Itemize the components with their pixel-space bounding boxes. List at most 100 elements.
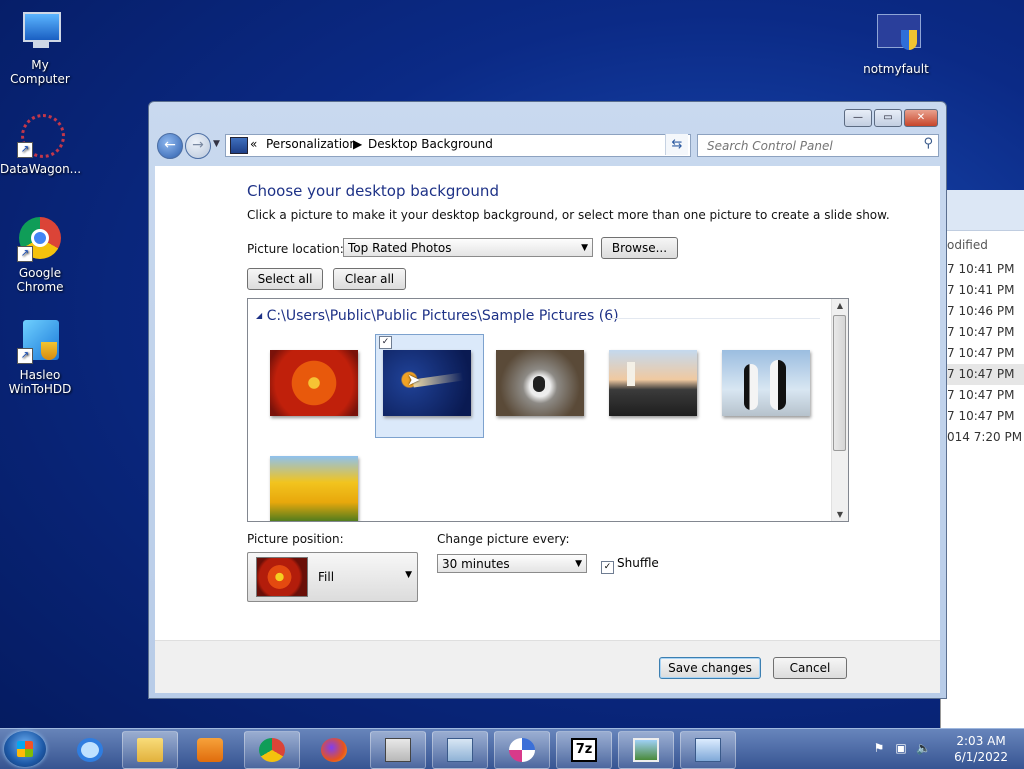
control-panel-icon — [695, 738, 721, 762]
chrome-icon: ↗ — [17, 216, 63, 262]
7zip-icon: 7z — [571, 738, 597, 762]
taskbar-7zip[interactable]: 7z — [556, 731, 612, 769]
list-item: 7 10:46 PM — [947, 304, 1015, 318]
picture-location-value: Top Rated Photos — [348, 241, 452, 255]
computer-icon — [17, 8, 63, 54]
list-item: 7 10:41 PM — [947, 283, 1015, 297]
picture-location-select[interactable]: Top Rated Photos ▼ — [343, 238, 593, 257]
change-picture-interval-value: 30 minutes — [442, 557, 510, 571]
shortcut-arrow-icon: ↗ — [17, 142, 33, 158]
app-v-icon — [385, 738, 411, 762]
thumbnail-lighthouse[interactable] — [609, 350, 697, 416]
chevron-down-icon: ▼ — [575, 559, 582, 569]
browse-button[interactable]: Browse... — [601, 237, 678, 259]
list-item: 7 10:41 PM — [947, 262, 1015, 276]
group-header-label: C:\Users\Public\Public Pictures\Sample P… — [266, 308, 619, 324]
group-divider — [608, 318, 820, 319]
taskbar-app-v[interactable] — [370, 731, 426, 769]
list-item: 7 10:47 PM — [941, 364, 1024, 385]
desktop-icon-label: notmyfault — [863, 62, 929, 76]
change-picture-interval-select[interactable]: 30 minutes ▼ — [437, 554, 587, 573]
breadcrumb-separator-icon[interactable]: ▶ — [353, 137, 362, 152]
taskbar-internet-explorer[interactable] — [62, 731, 118, 769]
picture-position-label: Picture position: — [247, 532, 344, 546]
action-center-flag-icon[interactable]: ⚑ — [872, 741, 886, 755]
chevron-down-icon: ▼ — [581, 243, 588, 253]
breadcrumb-overflow[interactable]: « — [250, 137, 257, 152]
search-box[interactable]: ⚲ — [697, 134, 939, 157]
back-button[interactable]: ← — [157, 133, 183, 159]
scrollbar-thumb[interactable] — [833, 315, 846, 451]
maximize-button[interactable]: ▭ — [874, 109, 902, 127]
pinwheel-icon — [509, 738, 535, 762]
clear-all-button[interactable]: Clear all — [333, 268, 406, 290]
collapse-triangle-icon[interactable]: ◢ — [256, 311, 262, 320]
taskbar-calculator[interactable] — [432, 731, 488, 769]
minimize-button[interactable]: — — [844, 109, 872, 127]
taskbar-firefox[interactable] — [306, 731, 362, 769]
breadcrumb-desktop-background[interactable]: Desktop Background — [368, 137, 493, 152]
select-all-button[interactable]: Select all — [247, 268, 323, 290]
search-icon[interactable]: ⚲ — [923, 136, 933, 151]
desktop-icon-chrome[interactable]: ↗ Google Chrome — [0, 216, 80, 294]
desktop-icon-my-computer[interactable]: My Computer — [0, 8, 80, 86]
thumbnail-chrysanthemum[interactable] — [270, 350, 358, 416]
taskbar-photo-viewer[interactable] — [618, 731, 674, 769]
desktop-icon-label: Google Chrome — [16, 266, 64, 294]
shuffle-checkbox[interactable]: ✓ Shuffle — [601, 556, 659, 574]
volume-icon[interactable]: 🔈 — [916, 741, 931, 755]
search-input[interactable] — [705, 136, 909, 155]
scroll-down-icon[interactable]: ▼ — [832, 510, 848, 519]
close-button[interactable]: ✕ — [904, 109, 938, 127]
content-pane: Choose your desktop background Click a p… — [155, 166, 940, 640]
media-player-icon — [197, 738, 223, 762]
calculator-icon — [447, 738, 473, 762]
gallery-scrollbar[interactable]: ▲ ▼ — [831, 299, 848, 521]
thumbnail-koala[interactable] — [496, 350, 584, 416]
list-item: 7 10:47 PM — [947, 346, 1015, 360]
picture-position-value: Fill — [318, 570, 335, 584]
taskbar-media-player[interactable] — [182, 731, 238, 769]
taskbar-pinwheel-app[interactable] — [494, 731, 550, 769]
folder-icon — [137, 738, 163, 762]
list-item: 7 10:47 PM — [947, 388, 1015, 402]
start-button[interactable] — [4, 731, 46, 767]
desktop-icon-datawagon[interactable]: ↗ DataWagon... — [0, 112, 81, 176]
internet-explorer-icon — [77, 738, 103, 762]
cancel-button[interactable]: Cancel — [773, 657, 847, 679]
windows-logo-icon — [17, 741, 33, 757]
forward-button[interactable]: → — [185, 133, 211, 159]
thumbnail-penguins[interactable] — [722, 350, 810, 416]
picture-gallery: ◢ C:\Users\Public\Public Pictures\Sample… — [247, 298, 849, 522]
address-bar[interactable]: « Personalization ▶ Desktop Background ▼ — [225, 134, 691, 157]
picture-location-label: Picture location: — [247, 242, 344, 256]
system-clock[interactable]: 2:03 AM 6/1/2022 — [954, 733, 1008, 765]
taskbar-control-panel[interactable] — [680, 731, 736, 769]
recent-pages-dropdown[interactable]: ▼ — [213, 139, 220, 149]
taskbar-file-explorer[interactable] — [122, 731, 178, 769]
refresh-button[interactable]: ⇆ — [665, 134, 688, 155]
taskbar-chrome[interactable] — [244, 731, 300, 769]
desktop-icon-wintohdd[interactable]: ↗ Hasleo WinToHDD — [0, 318, 80, 396]
thumbnail-jellyfish[interactable]: ➤ — [383, 350, 471, 416]
page-description: Click a picture to make it your desktop … — [247, 208, 890, 222]
group-header[interactable]: ◢ C:\Users\Public\Public Pictures\Sample… — [256, 308, 619, 324]
taskbar: 7z ⚑ ▣ 🔈 2:03 AM 6/1/2022 — [0, 728, 1024, 769]
picture-position-select[interactable]: Fill ▼ — [247, 552, 418, 602]
control-panel-icon — [230, 137, 248, 154]
forward-arrow-icon: → — [192, 137, 204, 153]
scroll-up-icon[interactable]: ▲ — [832, 301, 848, 310]
thumbnail-tulips[interactable] — [270, 456, 358, 521]
save-changes-button[interactable]: Save changes — [659, 657, 761, 679]
notmyfault-icon — [873, 12, 921, 58]
desktop-icon-notmyfault[interactable]: notmyfault — [856, 12, 936, 76]
background-window-toolbar — [941, 190, 1024, 231]
thumbnail-checkbox[interactable]: ✓ — [379, 336, 392, 349]
network-icon[interactable]: ▣ — [894, 741, 908, 755]
dialog-footer: Save changes Cancel — [155, 640, 940, 693]
chevron-down-icon: ▼ — [405, 570, 412, 580]
breadcrumb-personalization[interactable]: Personalization — [266, 137, 357, 152]
checkmark-icon: ✓ — [601, 561, 614, 574]
column-header-date-modified: odified — [947, 238, 988, 252]
shortcut-arrow-icon: ↗ — [17, 246, 33, 262]
